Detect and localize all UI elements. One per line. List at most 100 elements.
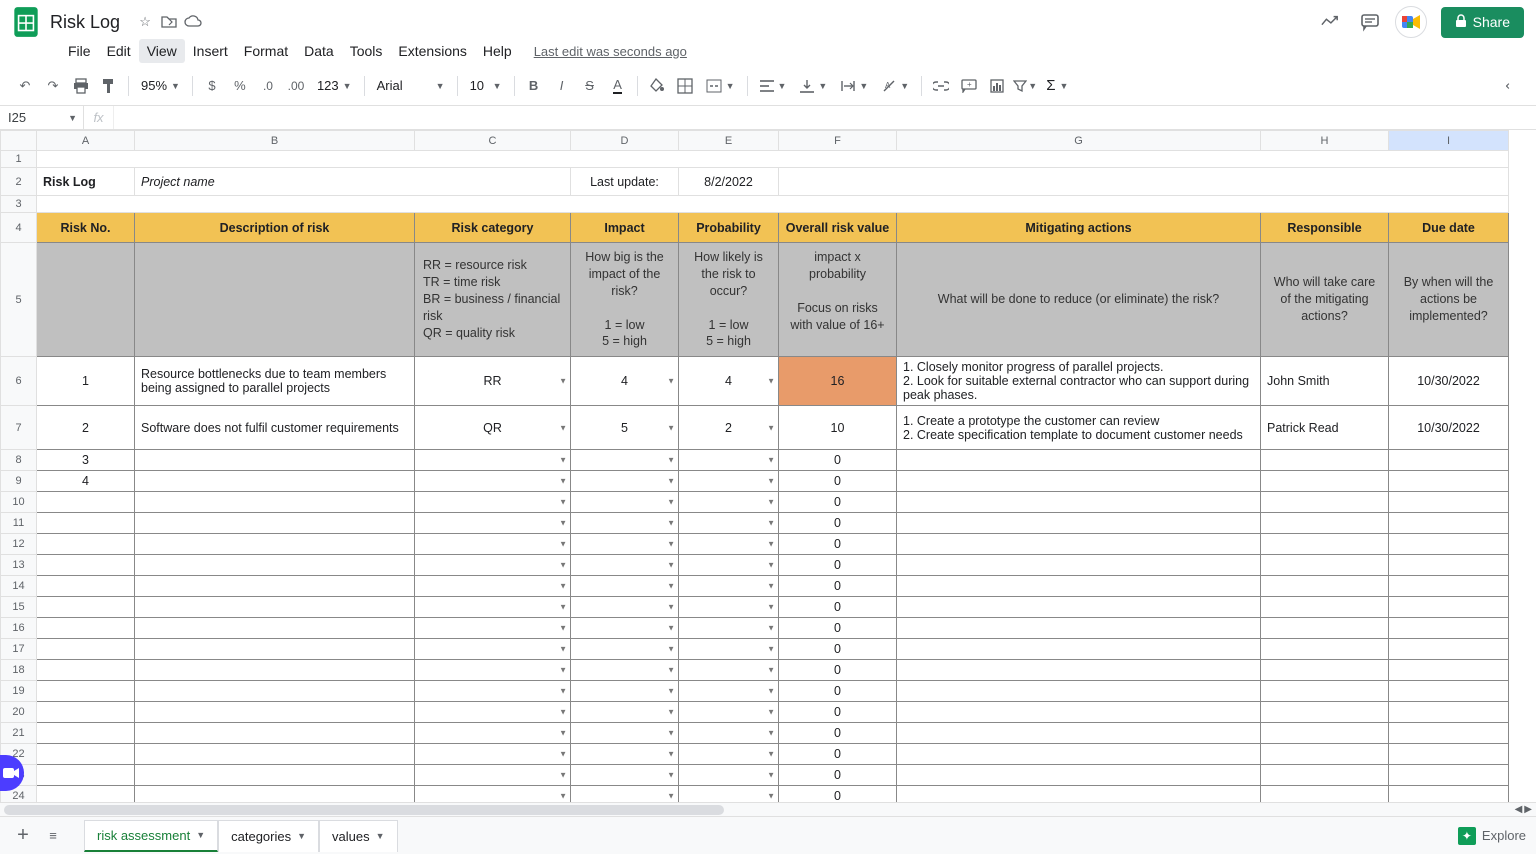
last-edit[interactable]: Last edit was seconds ago — [534, 44, 687, 59]
dropdown-icon[interactable]: ▼ — [559, 540, 567, 549]
column-header-risk-category[interactable]: Risk category — [415, 213, 571, 243]
cell-description[interactable] — [135, 618, 415, 639]
dropdown-icon[interactable]: ▼ — [767, 561, 775, 570]
cell-risk-no[interactable]: 1 — [37, 357, 135, 406]
cell-overall[interactable]: 10 — [779, 406, 897, 450]
dropdown-icon[interactable]: ▼ — [667, 750, 675, 759]
cell-actions[interactable] — [897, 702, 1261, 723]
cell-risk-no[interactable] — [37, 513, 135, 534]
cell-description[interactable] — [135, 555, 415, 576]
star-icon[interactable]: ☆ — [136, 13, 154, 31]
cell-impact[interactable]: ▼ — [571, 639, 679, 660]
tab-menu-icon[interactable]: ▼ — [376, 831, 385, 841]
row-header-15[interactable]: 15 — [1, 597, 37, 618]
column-header-mitigating-actions[interactable]: Mitigating actions — [897, 213, 1261, 243]
functions-select[interactable]: Σ▼ — [1040, 75, 1074, 96]
cell-overall[interactable]: 0 — [779, 513, 897, 534]
dropdown-icon[interactable]: ▼ — [559, 477, 567, 486]
cell-description[interactable] — [135, 450, 415, 471]
cell-probability[interactable]: ▼ — [679, 534, 779, 555]
cell-description[interactable] — [135, 492, 415, 513]
cell-category[interactable]: ▼ — [415, 744, 571, 765]
row-header-9[interactable]: 9 — [1, 471, 37, 492]
dropdown-icon[interactable]: ▼ — [767, 771, 775, 780]
cell-category[interactable]: RR▼ — [415, 357, 571, 406]
cell-overall[interactable]: 0 — [779, 534, 897, 555]
format-select[interactable]: 123▼ — [311, 76, 358, 95]
column-header-description-of-risk[interactable]: Description of risk — [135, 213, 415, 243]
cell-impact[interactable]: ▼ — [571, 513, 679, 534]
dropdown-icon[interactable]: ▼ — [767, 729, 775, 738]
cell-responsible[interactable] — [1261, 471, 1389, 492]
cell-probability[interactable]: ▼ — [679, 492, 779, 513]
cell-actions[interactable]: 1. Closely monitor progress of parallel … — [897, 357, 1261, 406]
undo-icon[interactable]: ↶ — [12, 73, 38, 99]
cell-probability[interactable]: ▼ — [679, 513, 779, 534]
dropdown-icon[interactable]: ▼ — [667, 687, 675, 696]
cell-due[interactable] — [1389, 555, 1509, 576]
cell-impact[interactable]: ▼ — [571, 555, 679, 576]
cell-responsible[interactable] — [1261, 534, 1389, 555]
borders-icon[interactable] — [672, 73, 698, 99]
cell-risk-no[interactable]: 2 — [37, 406, 135, 450]
cell-category[interactable]: ▼ — [415, 450, 571, 471]
cell-risk-no[interactable] — [37, 765, 135, 786]
row-header-8[interactable]: 8 — [1, 450, 37, 471]
dropdown-icon[interactable]: ▼ — [559, 771, 567, 780]
formula-input[interactable] — [114, 106, 1536, 129]
cell-impact[interactable]: ▼ — [571, 786, 679, 802]
dropdown-icon[interactable]: ▼ — [559, 423, 567, 432]
cell-responsible[interactable] — [1261, 450, 1389, 471]
cell-actions[interactable] — [897, 492, 1261, 513]
row-header-6[interactable]: 6 — [1, 357, 37, 406]
cell-category[interactable]: ▼ — [415, 597, 571, 618]
h-align-select[interactable]: ▼ — [754, 78, 793, 94]
dropdown-icon[interactable]: ▼ — [559, 666, 567, 675]
cell-risk-no[interactable] — [37, 702, 135, 723]
dropdown-icon[interactable]: ▼ — [559, 645, 567, 654]
cell-risk-no[interactable] — [37, 723, 135, 744]
cell-description[interactable] — [135, 765, 415, 786]
merge-select[interactable]: ▼ — [700, 77, 741, 95]
dropdown-icon[interactable]: ▼ — [767, 687, 775, 696]
sheet-title[interactable]: Risk Log — [37, 168, 135, 196]
cell-actions[interactable] — [897, 597, 1261, 618]
rotate-select[interactable]: A▼ — [876, 77, 915, 95]
cell-probability[interactable]: ▼ — [679, 618, 779, 639]
col-header-G[interactable]: G — [897, 131, 1261, 151]
menu-view[interactable]: View — [139, 39, 185, 63]
cell-impact[interactable]: ▼ — [571, 618, 679, 639]
cell-risk-no[interactable] — [37, 597, 135, 618]
row-header-5[interactable]: 5 — [1, 243, 37, 357]
link-icon[interactable] — [928, 73, 954, 99]
menu-insert[interactable]: Insert — [185, 39, 236, 63]
cell-due[interactable] — [1389, 492, 1509, 513]
dropdown-icon[interactable]: ▼ — [667, 666, 675, 675]
cell-impact[interactable]: ▼ — [571, 744, 679, 765]
filter-icon[interactable]: ▼ — [1012, 73, 1038, 99]
row-header-20[interactable]: 20 — [1, 702, 37, 723]
hint-probability[interactable]: How likely is the risk to occur?1 = low5… — [679, 243, 779, 357]
cell-impact[interactable]: ▼ — [571, 492, 679, 513]
font-size-select[interactable]: 10▼ — [464, 76, 508, 95]
v-align-select[interactable]: ▼ — [794, 77, 833, 95]
cell-due[interactable] — [1389, 786, 1509, 802]
dropdown-icon[interactable]: ▼ — [767, 750, 775, 759]
cell-responsible[interactable] — [1261, 765, 1389, 786]
dropdown-icon[interactable]: ▼ — [667, 708, 675, 717]
row-header-1[interactable]: 1 — [1, 151, 37, 168]
meet-icon[interactable] — [1395, 6, 1427, 38]
hint-actions[interactable]: What will be done to reduce (or eliminat… — [897, 243, 1261, 357]
decrease-decimal-icon[interactable]: .0 — [255, 73, 281, 99]
menu-data[interactable]: Data — [296, 39, 342, 63]
cell-probability[interactable]: ▼ — [679, 450, 779, 471]
dropdown-icon[interactable]: ▼ — [767, 792, 775, 801]
cell-actions[interactable] — [897, 555, 1261, 576]
cell-probability[interactable]: ▼ — [679, 723, 779, 744]
cell-probability[interactable]: ▼ — [679, 471, 779, 492]
cell-category[interactable]: ▼ — [415, 723, 571, 744]
cell-due[interactable] — [1389, 744, 1509, 765]
cell-responsible[interactable] — [1261, 660, 1389, 681]
italic-icon[interactable]: I — [549, 73, 575, 99]
dropdown-icon[interactable]: ▼ — [559, 750, 567, 759]
